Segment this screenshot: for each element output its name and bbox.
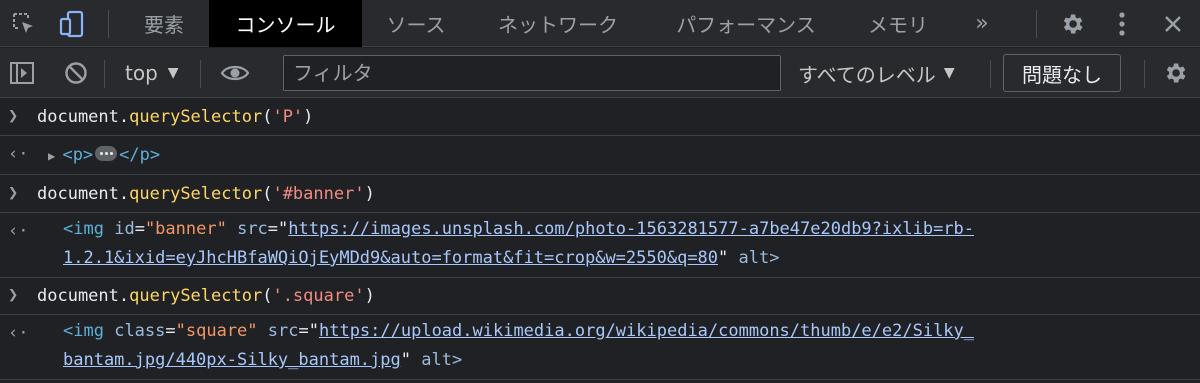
image-link[interactable]: https://upload.wikimedia.org/wikipedia/c… xyxy=(319,321,974,341)
console-input-row: ❯ document.querySelector('#banner') xyxy=(0,175,1200,213)
code-method: querySelector xyxy=(129,107,263,127)
attr-name: src xyxy=(267,321,299,341)
tag-close: </p> xyxy=(119,145,161,165)
code-object: document xyxy=(37,286,119,306)
console-output: ❯ document.querySelector('P') ‹· ▶ <p> </… xyxy=(0,99,1200,383)
settings-gear-icon[interactable] xyxy=(1054,0,1090,47)
more-tabs-button[interactable]: » xyxy=(960,0,1004,47)
tag-open: <p> xyxy=(62,145,94,165)
console-output-row: ‹· <img class="square" src="https://uplo… xyxy=(0,315,1200,380)
input-prompt-icon: ❯ xyxy=(8,106,19,126)
dropdown-triangle-icon: ▼ xyxy=(943,65,955,81)
console-output-row: ‹· <img id="banner" src="https://images.… xyxy=(0,213,1200,278)
close-icon[interactable] xyxy=(1158,0,1188,47)
expand-triangle-icon[interactable]: ▶ xyxy=(48,149,62,163)
sidebar-toggle-icon[interactable] xyxy=(6,48,38,98)
device-toolbar-icon[interactable] xyxy=(56,0,88,47)
input-prompt-icon: ❯ xyxy=(8,183,19,203)
code-argument: '#banner' xyxy=(272,184,365,204)
issues-button[interactable]: 問題なし xyxy=(1003,54,1121,92)
console-input: document.querySelector('#banner') xyxy=(37,184,375,204)
attr-name: src xyxy=(237,219,268,239)
dom-node-output-cont: bantam.jpg/440px-Silky_bantam.jpg" alt> xyxy=(63,350,463,370)
clear-console-icon[interactable] xyxy=(60,48,92,98)
context-label: top xyxy=(125,61,158,85)
tab-elements[interactable]: 要素 xyxy=(124,0,204,47)
inspect-element-icon[interactable] xyxy=(8,0,40,47)
attr-value: "square" xyxy=(175,321,258,341)
tab-performance[interactable]: パフォーマンス xyxy=(654,0,838,47)
tab-console[interactable]: コンソール xyxy=(209,0,362,47)
output-return-icon: ‹· xyxy=(8,323,29,343)
devtools-tab-bar: 要素 コンソール ソース ネットワーク パフォーマンス メモリ » xyxy=(0,0,1200,47)
code-object: document xyxy=(37,107,119,127)
dom-node-output[interactable]: ▶ <p> </p> xyxy=(48,139,160,172)
console-input: document.querySelector('P') xyxy=(37,107,314,127)
code-method: querySelector xyxy=(129,286,263,306)
console-toolbar: top ▼ フィルタ すべてのレベル ▼ 問題なし xyxy=(0,48,1200,98)
code-object: document xyxy=(37,184,119,204)
log-levels-label: すべてのレベル xyxy=(798,62,936,87)
image-link-cont[interactable]: bantam.jpg/440px-Silky_bantam.jpg xyxy=(63,350,401,370)
toolbar-separator xyxy=(990,60,991,88)
tab-network[interactable]: ネットワーク xyxy=(474,0,642,47)
attr-tail: alt> xyxy=(738,248,780,268)
dom-node-output[interactable]: <img class="square" src="https://upload.… xyxy=(63,315,974,347)
image-link-cont[interactable]: 1.2.1&ixid=eyJhcHBfaWQiOjEyMDd9&auto=for… xyxy=(63,248,718,268)
console-settings-gear-icon[interactable] xyxy=(1158,48,1192,98)
code-argument: '.square' xyxy=(272,286,365,306)
toolbar-separator xyxy=(1144,60,1145,88)
eye-icon[interactable] xyxy=(218,48,252,98)
output-return-icon: ‹· xyxy=(8,144,29,164)
kebab-menu-icon[interactable] xyxy=(1108,0,1136,47)
log-levels-dropdown[interactable]: すべてのレベル ▼ xyxy=(798,48,955,98)
attr-name: id xyxy=(114,219,135,239)
console-input-row: ❯ document.querySelector('P') xyxy=(0,99,1200,136)
image-link[interactable]: https://images.unsplash.com/photo-156328… xyxy=(288,219,974,239)
tab-sources[interactable]: ソース xyxy=(370,0,462,47)
tab-separator xyxy=(1036,10,1037,38)
console-input-row: ❯ document.querySelector('.square') xyxy=(0,278,1200,315)
context-selector[interactable]: top ▼ xyxy=(125,48,179,98)
dropdown-triangle-icon: ▼ xyxy=(167,65,179,81)
console-output-row: ‹· ▶ <p> </p> xyxy=(0,136,1200,175)
tab-memory[interactable]: メモリ xyxy=(850,0,946,47)
console-input: document.querySelector('.square') xyxy=(37,286,375,306)
attr-name: class xyxy=(114,321,166,341)
tab-separator xyxy=(108,10,109,38)
tag-open: <img xyxy=(63,219,104,239)
output-return-icon: ‹· xyxy=(8,221,29,241)
tag-open: <img xyxy=(63,321,104,341)
code-method: querySelector xyxy=(129,184,263,204)
toolbar-separator xyxy=(200,60,201,88)
attr-tail: alt> xyxy=(421,350,463,370)
input-prompt-icon: ❯ xyxy=(8,285,19,305)
dom-node-output[interactable]: <img id="banner" src="https://images.uns… xyxy=(63,213,974,245)
attr-value: "banner" xyxy=(144,219,227,239)
filter-input[interactable]: フィルタ xyxy=(283,55,781,91)
ellipsis-icon[interactable] xyxy=(95,145,118,161)
toolbar-separator xyxy=(104,60,105,88)
code-argument: 'P' xyxy=(272,107,304,127)
dom-node-output-cont: 1.2.1&ixid=eyJhcHBfaWQiOjEyMDd9&auto=for… xyxy=(63,248,780,268)
